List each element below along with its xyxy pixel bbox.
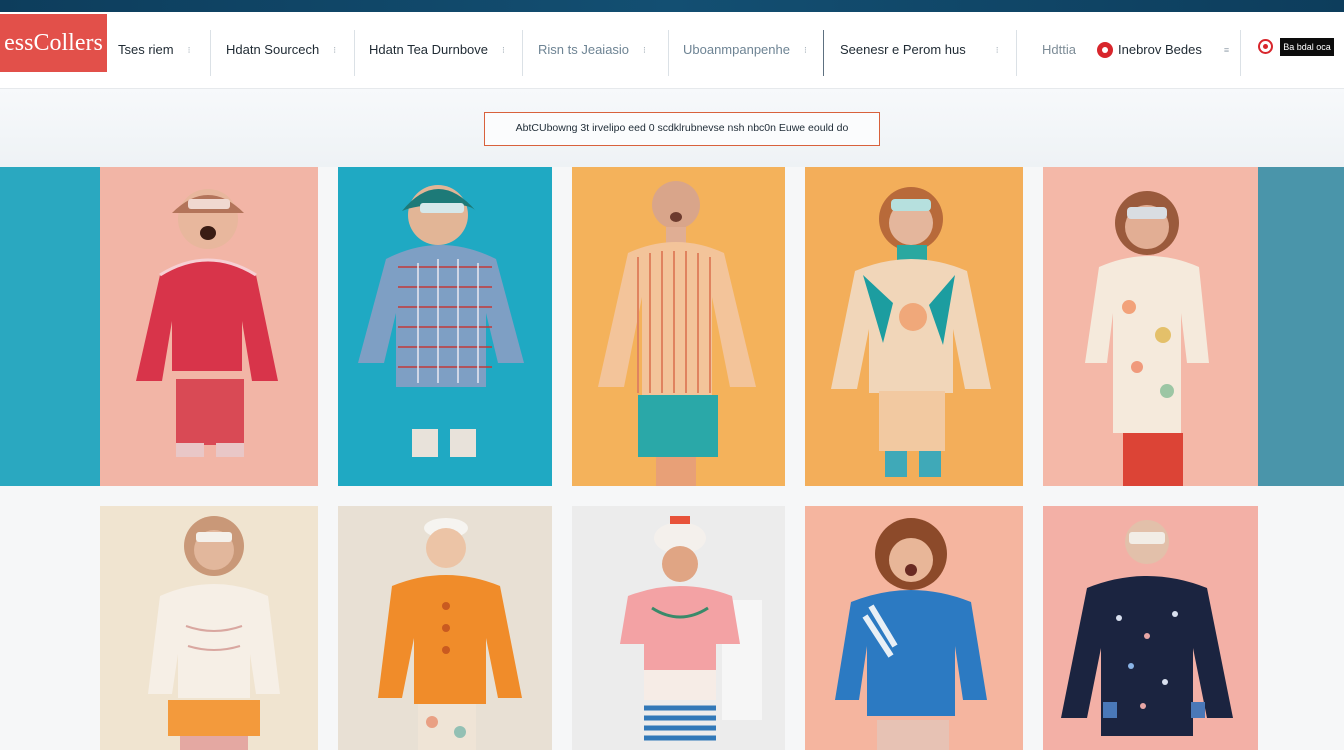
doll-red-sweater-image (100, 167, 318, 486)
brand-logo[interactable]: essCollers (0, 14, 107, 72)
dropdown-handle-icon: ⁝ (187, 44, 191, 55)
nav-divider (668, 30, 669, 76)
product-card[interactable] (100, 506, 318, 750)
nav-item-4[interactable]: Risn ts Jeaiasio ⁝ (538, 32, 646, 66)
dropdown-handle-icon: ⁝ (502, 44, 505, 55)
nav-item-label: Tses riem (118, 41, 174, 57)
nav-item-label: Risn ts Jeaiasio (538, 41, 630, 57)
top-accent-band (0, 0, 1344, 12)
doll-orange-sweater-image (338, 506, 552, 750)
nav-item-6[interactable]: Seenesr e Perom hus ⁝ (840, 32, 999, 66)
dropdown-handle-icon: ⁝ (643, 44, 646, 55)
nav-item-7[interactable]: Hdttia (1042, 32, 1076, 66)
doll-blue-plaid-image (338, 167, 552, 486)
product-card[interactable] (100, 167, 318, 486)
nav-item-2[interactable]: Hdatn Sourcech ⁝ (226, 32, 336, 66)
product-card[interactable] (572, 167, 785, 486)
nav-item-8[interactable]: Inebrov Bedes ≡ (1097, 32, 1229, 66)
product-card[interactable] (338, 506, 552, 750)
top-navigation-bar: essCollers Tses riem ⁝ Hdatn Sourcech ⁝ Hd… (0, 12, 1344, 89)
nav-divider (210, 30, 211, 76)
nav-item-label: Inebrov Bedes (1118, 41, 1202, 57)
nav-divider (1240, 30, 1241, 76)
dropdown-handle-icon: ⁝ (803, 44, 807, 55)
announcement-banner[interactable]: AbtCUbowng 3t irvelipo eed 0 scdklrubnev… (484, 112, 880, 146)
doll-white-floral-image (1043, 167, 1258, 486)
dropdown-handle-icon: ⁝ (333, 44, 336, 55)
nav-divider (1016, 30, 1017, 76)
nav-item-label: Uboanmpanpenhe (683, 41, 790, 57)
dropdown-handle-icon: ⁝ (995, 44, 999, 55)
product-card[interactable] (572, 506, 785, 750)
record-icon[interactable] (1258, 39, 1273, 54)
doll-pink-blouse-image (572, 506, 785, 750)
nav-divider (354, 30, 355, 76)
product-card[interactable] (1043, 506, 1258, 750)
doll-striped-shirt-image (572, 167, 785, 486)
product-card[interactable] (805, 167, 1023, 486)
nav-item-5[interactable]: Uboanmpanpenhe ⁝ (683, 32, 807, 66)
nav-item-label: Hdttia (1042, 41, 1076, 57)
nav-item-label: Hdatn Tea Durnbove (369, 41, 489, 57)
nav-item-3[interactable]: Hdatn Tea Durnbove ⁝ (369, 32, 505, 66)
right-edge-panel (1258, 167, 1344, 486)
nav-item-label: Hdatn Sourcech (226, 41, 320, 57)
product-card[interactable] (805, 506, 1023, 750)
product-card[interactable] (338, 167, 552, 486)
account-badge[interactable]: Ba bdal oca (1280, 38, 1334, 56)
nav-divider (522, 30, 523, 76)
doll-cream-sweater-image (100, 506, 318, 750)
nav-divider (823, 30, 824, 76)
menu-lines-icon: ≡ (1223, 44, 1229, 55)
brand-badge-icon (1097, 41, 1113, 58)
doll-navy-coat-image (1043, 506, 1258, 750)
nav-item-1[interactable]: Tses riem ⁝ (118, 32, 190, 66)
product-card[interactable] (1043, 167, 1258, 486)
doll-teal-floral-image (805, 167, 1023, 486)
nav-item-label: Seenesr e Perom hus (840, 41, 966, 57)
left-edge-panel (0, 167, 100, 486)
doll-blue-sweater-image (805, 506, 1023, 750)
